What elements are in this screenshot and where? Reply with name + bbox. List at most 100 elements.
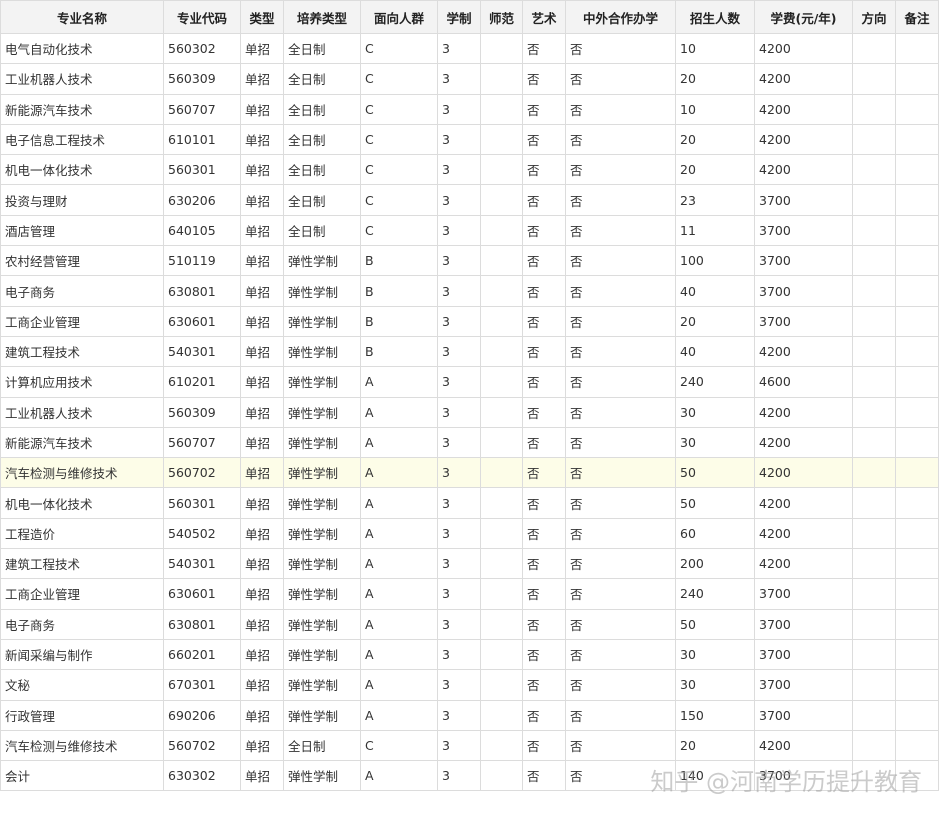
column-header: 学费(元/年) (754, 0, 853, 34)
table-cell (852, 638, 896, 671)
table-cell: 4200 (754, 548, 853, 580)
header-row: 专业名称 专业代码 类型 培养类型 面向人群 学制 师范 艺术 中外合作办学 招生人数 学费(元/年… (0, 0, 939, 34)
page: 专业名称 专业代码 类型 培养类型 面向人群 学制 师范 艺术 中外合作办学 招生人数 学费(元/年… (0, 0, 944, 819)
table-cell: 否 (522, 123, 566, 156)
table-row: 工业机器人技术 560309 单招 全日制 C 3 否否 20 4200 (0, 63, 939, 95)
table-cell: 否 (522, 245, 566, 277)
table-cell: 否 (565, 699, 676, 731)
table-cell: 40 (675, 275, 755, 307)
table-cell: 3700 (754, 214, 853, 247)
table-row: 汽车检测与维修技术 560702 单招 全日制 C 3 否否 20 4200 (0, 729, 939, 762)
table-cell: 否 (522, 275, 566, 307)
table-cell: 否 (565, 608, 676, 640)
table-cell (480, 517, 523, 550)
table-cell: 汽车检测与维修技术 (0, 457, 164, 489)
table-cell: 否 (522, 32, 566, 65)
table-cell: 3 (437, 638, 481, 671)
table-cell (895, 275, 939, 307)
table-cell: 3700 (754, 305, 853, 337)
table-cell: 640105 (163, 214, 241, 247)
table-cell: 否 (565, 578, 676, 610)
table-cell: 否 (522, 487, 566, 519)
table-cell: 4200 (754, 729, 853, 762)
table-cell: 弹性学制 (283, 245, 361, 277)
table-cell: 投资与理财 (0, 184, 164, 216)
table-cell: A (360, 699, 438, 731)
table-cell: 否 (522, 548, 566, 580)
table-cell (895, 699, 939, 731)
table-cell: 弹性学制 (283, 608, 361, 640)
table-cell: 否 (565, 154, 676, 186)
table-cell: 3 (437, 608, 481, 640)
table-cell (852, 214, 896, 247)
table-cell (852, 93, 896, 125)
column-header: 专业名称 (0, 0, 164, 34)
table-cell: 否 (522, 699, 566, 731)
table-cell: C (360, 32, 438, 65)
table-cell: C (360, 123, 438, 156)
table-cell (895, 487, 939, 519)
table-cell (480, 396, 523, 428)
table-cell: 否 (565, 548, 676, 580)
table-row: 新能源汽车技术 560707 单招 弹性学制 A 3 否否 30 4200 (0, 426, 939, 459)
table-cell (852, 699, 896, 731)
table-cell (852, 366, 896, 398)
table-cell: 单招 (240, 426, 284, 459)
table-cell: 否 (522, 578, 566, 610)
table-cell: 50 (675, 457, 755, 489)
table-cell (852, 487, 896, 519)
table-cell: 单招 (240, 63, 284, 95)
table-cell (895, 729, 939, 762)
table-cell: 20 (675, 63, 755, 95)
table-cell: 建筑工程技术 (0, 548, 164, 580)
table-cell: 否 (565, 93, 676, 125)
table-cell (480, 123, 523, 156)
table-cell: 酒店管理 (0, 214, 164, 247)
table-cell: 560309 (163, 63, 241, 95)
table-cell: 540301 (163, 548, 241, 580)
table-cell: 240 (675, 578, 755, 610)
table-cell: 单招 (240, 396, 284, 428)
table-cell: 630801 (163, 275, 241, 307)
table-cell: 3 (437, 426, 481, 459)
table-cell (480, 638, 523, 671)
table-cell (895, 608, 939, 640)
table-cell: 否 (522, 305, 566, 337)
table-cell: 弹性学制 (283, 638, 361, 671)
table-cell (852, 578, 896, 610)
table-cell: C (360, 154, 438, 186)
table-row: 建筑工程技术 540301 单招 弹性学制 B 3 否否 40 4200 (0, 335, 939, 368)
table-cell: 机电一体化技术 (0, 487, 164, 519)
table-cell: 弹性学制 (283, 335, 361, 368)
table-cell (895, 245, 939, 277)
table-cell: 100 (675, 245, 755, 277)
table-cell: A (360, 608, 438, 640)
table-cell (480, 729, 523, 762)
table-cell: 汽车检测与维修技术 (0, 729, 164, 762)
column-header: 专业代码 (163, 0, 241, 34)
table-cell (852, 184, 896, 216)
table-cell: A (360, 366, 438, 398)
table-cell (895, 184, 939, 216)
table-cell (480, 305, 523, 337)
table-cell: 3 (437, 669, 481, 701)
table-cell: 文秘 (0, 669, 164, 701)
table-cell: 单招 (240, 123, 284, 156)
table-cell: 否 (522, 669, 566, 701)
table-cell: A (360, 760, 438, 792)
table-cell: 否 (522, 638, 566, 671)
table-cell: A (360, 669, 438, 701)
table-cell: 4200 (754, 123, 853, 156)
table-cell: 否 (565, 245, 676, 277)
table-cell: 3700 (754, 608, 853, 640)
table-cell: 20 (675, 305, 755, 337)
table-cell (852, 123, 896, 156)
table-cell: 会计 (0, 760, 164, 792)
table-cell: A (360, 638, 438, 671)
table-cell: 660201 (163, 638, 241, 671)
table-row: 工商企业管理 630601 单招 弹性学制 A 3 否否 240 3700 (0, 578, 939, 610)
table-cell: 建筑工程技术 (0, 335, 164, 368)
table-cell: 电气自动化技术 (0, 32, 164, 65)
table-row: 新闻采编与制作 660201 单招 弹性学制 A 3 否否 30 3700 (0, 638, 939, 671)
table-cell: C (360, 214, 438, 247)
